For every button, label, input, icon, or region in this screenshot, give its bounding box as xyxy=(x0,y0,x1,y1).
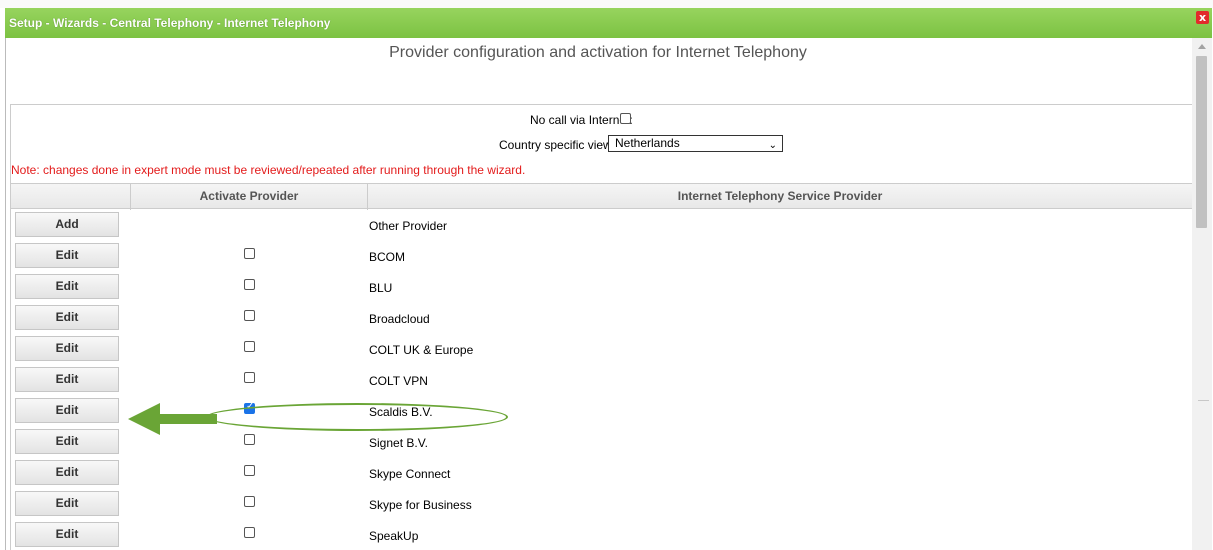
table-row: Edit Skype for Business xyxy=(11,488,1192,519)
activate-checkbox[interactable] xyxy=(244,372,255,383)
table-row: Edit BLU xyxy=(11,271,1192,302)
activate-checkbox[interactable] xyxy=(244,496,255,507)
activate-checkbox[interactable] xyxy=(244,310,255,321)
provider-name: BLU xyxy=(369,281,393,295)
add-button[interactable]: Add xyxy=(15,212,119,237)
edit-button[interactable]: Edit xyxy=(15,243,119,268)
edit-button[interactable]: Edit xyxy=(15,522,119,547)
edit-button[interactable]: Edit xyxy=(15,460,119,485)
activate-checkbox[interactable] xyxy=(244,527,255,538)
table-row: Edit SpeakUp xyxy=(11,519,1192,550)
edit-button[interactable]: Edit xyxy=(15,491,119,516)
table-row: Edit COLT VPN xyxy=(11,364,1192,395)
scrollbar-mark xyxy=(1198,400,1209,401)
provider-table: Activate Provider Internet Telephony Ser… xyxy=(10,183,1192,550)
country-value: Netherlands xyxy=(615,136,680,150)
edit-button[interactable]: Edit xyxy=(15,429,119,454)
table-row: Edit Signet B.V. xyxy=(11,426,1192,457)
settings-panel: No call via Internet: Country specific v… xyxy=(10,104,1193,185)
provider-name: BCOM xyxy=(369,250,405,264)
activate-checkbox[interactable] xyxy=(244,434,255,445)
edit-button[interactable]: Edit xyxy=(15,336,119,361)
provider-name: Skype for Business xyxy=(369,498,472,512)
edit-button[interactable]: Edit xyxy=(15,305,119,330)
provider-name: Signet B.V. xyxy=(369,436,428,450)
scrollbar-thumb[interactable] xyxy=(1196,56,1207,228)
activate-checkbox[interactable] xyxy=(244,279,255,290)
table-header: Activate Provider Internet Telephony Ser… xyxy=(11,183,1192,210)
activate-checkbox[interactable] xyxy=(244,248,255,259)
table-row: Add Other Provider xyxy=(11,209,1192,240)
provider-name: Broadcloud xyxy=(369,312,430,326)
column-header-action xyxy=(11,184,131,210)
warning-note: Note: changes done in expert mode must b… xyxy=(11,163,526,177)
page-title: Provider configuration and activation fo… xyxy=(389,44,807,61)
column-header-activate: Activate Provider xyxy=(131,184,368,210)
close-icon[interactable]: x xyxy=(1196,11,1209,24)
chevron-down-icon: ⌄ xyxy=(768,140,777,151)
activate-checkbox[interactable] xyxy=(244,341,255,352)
provider-name: Skype Connect xyxy=(369,467,451,481)
edit-button[interactable]: Edit xyxy=(15,274,119,299)
edit-button[interactable]: Edit xyxy=(15,398,119,423)
page-header: Provider configuration and activation fo… xyxy=(5,16,1191,72)
edit-button[interactable]: Edit xyxy=(15,367,119,392)
table-row: Edit Broadcloud xyxy=(11,302,1192,333)
vertical-scrollbar[interactable] xyxy=(1192,38,1212,550)
table-row: Edit BCOM xyxy=(11,240,1192,271)
country-label: Country specific view: xyxy=(499,138,616,152)
provider-name: COLT UK & Europe xyxy=(369,343,474,357)
column-header-provider: Internet Telephony Service Provider xyxy=(677,189,883,203)
no-call-checkbox[interactable] xyxy=(620,113,631,124)
top-strip xyxy=(0,0,1213,8)
table-row: Edit Skype Connect xyxy=(11,457,1192,488)
activate-checkbox[interactable] xyxy=(244,465,255,476)
table-row: Edit ✓ Scaldis B.V. xyxy=(11,395,1192,426)
provider-name: COLT VPN xyxy=(369,374,428,388)
table-row: Edit COLT UK & Europe xyxy=(11,333,1192,364)
annotation-highlight-ellipse xyxy=(206,403,508,431)
no-call-label: No call via Internet: xyxy=(530,113,633,127)
country-select[interactable]: Netherlands ⌄ xyxy=(608,135,783,152)
provider-name: SpeakUp xyxy=(369,529,419,543)
scroll-up-icon[interactable] xyxy=(1198,44,1206,49)
provider-name: Other Provider xyxy=(369,219,448,233)
